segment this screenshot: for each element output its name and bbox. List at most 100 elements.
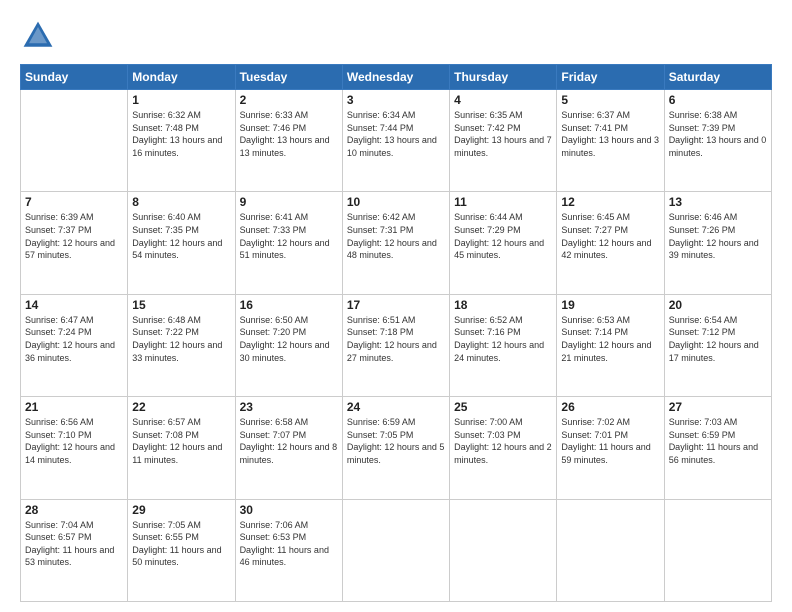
cell-sunrise: Sunrise: 6:39 AM	[25, 211, 123, 224]
calendar-cell: 24 Sunrise: 6:59 AM Sunset: 7:05 PM Dayl…	[342, 397, 449, 499]
day-number: 18	[454, 298, 552, 312]
cell-sunrise: Sunrise: 6:56 AM	[25, 416, 123, 429]
cell-sunset: Sunset: 6:53 PM	[240, 531, 338, 544]
day-number: 8	[132, 195, 230, 209]
day-number: 23	[240, 400, 338, 414]
calendar-cell: 1 Sunrise: 6:32 AM Sunset: 7:48 PM Dayli…	[128, 90, 235, 192]
calendar-table: SundayMondayTuesdayWednesdayThursdayFrid…	[20, 64, 772, 602]
calendar-cell: 18 Sunrise: 6:52 AM Sunset: 7:16 PM Dayl…	[450, 294, 557, 396]
calendar-cell	[342, 499, 449, 601]
cell-daylight: Daylight: 13 hours and 13 minutes.	[240, 134, 338, 159]
day-number: 26	[561, 400, 659, 414]
calendar-cell	[21, 90, 128, 192]
calendar-cell: 7 Sunrise: 6:39 AM Sunset: 7:37 PM Dayli…	[21, 192, 128, 294]
cell-sunrise: Sunrise: 6:38 AM	[669, 109, 767, 122]
calendar-cell: 6 Sunrise: 6:38 AM Sunset: 7:39 PM Dayli…	[664, 90, 771, 192]
day-number: 17	[347, 298, 445, 312]
calendar-cell: 12 Sunrise: 6:45 AM Sunset: 7:27 PM Dayl…	[557, 192, 664, 294]
day-number: 15	[132, 298, 230, 312]
day-number: 3	[347, 93, 445, 107]
calendar-cell	[557, 499, 664, 601]
calendar-cell: 15 Sunrise: 6:48 AM Sunset: 7:22 PM Dayl…	[128, 294, 235, 396]
cell-sunset: Sunset: 7:33 PM	[240, 224, 338, 237]
week-row-4: 28 Sunrise: 7:04 AM Sunset: 6:57 PM Dayl…	[21, 499, 772, 601]
week-row-1: 7 Sunrise: 6:39 AM Sunset: 7:37 PM Dayli…	[21, 192, 772, 294]
calendar-cell: 10 Sunrise: 6:42 AM Sunset: 7:31 PM Dayl…	[342, 192, 449, 294]
cell-sunrise: Sunrise: 6:37 AM	[561, 109, 659, 122]
calendar-cell: 23 Sunrise: 6:58 AM Sunset: 7:07 PM Dayl…	[235, 397, 342, 499]
day-number: 1	[132, 93, 230, 107]
cell-daylight: Daylight: 12 hours and 48 minutes.	[347, 237, 445, 262]
cell-sunset: Sunset: 7:24 PM	[25, 326, 123, 339]
cell-sunset: Sunset: 6:55 PM	[132, 531, 230, 544]
cell-sunset: Sunset: 7:39 PM	[669, 122, 767, 135]
header	[20, 18, 772, 54]
day-number: 16	[240, 298, 338, 312]
day-number: 11	[454, 195, 552, 209]
weekday-header-wednesday: Wednesday	[342, 65, 449, 90]
cell-daylight: Daylight: 13 hours and 0 minutes.	[669, 134, 767, 159]
cell-daylight: Daylight: 12 hours and 51 minutes.	[240, 237, 338, 262]
day-number: 7	[25, 195, 123, 209]
day-number: 13	[669, 195, 767, 209]
cell-sunrise: Sunrise: 6:52 AM	[454, 314, 552, 327]
cell-daylight: Daylight: 13 hours and 16 minutes.	[132, 134, 230, 159]
cell-daylight: Daylight: 12 hours and 14 minutes.	[25, 441, 123, 466]
cell-sunset: Sunset: 7:27 PM	[561, 224, 659, 237]
calendar-cell: 3 Sunrise: 6:34 AM Sunset: 7:44 PM Dayli…	[342, 90, 449, 192]
calendar-cell: 2 Sunrise: 6:33 AM Sunset: 7:46 PM Dayli…	[235, 90, 342, 192]
day-number: 12	[561, 195, 659, 209]
cell-daylight: Daylight: 12 hours and 42 minutes.	[561, 237, 659, 262]
cell-sunset: Sunset: 7:44 PM	[347, 122, 445, 135]
calendar-cell: 26 Sunrise: 7:02 AM Sunset: 7:01 PM Dayl…	[557, 397, 664, 499]
cell-daylight: Daylight: 12 hours and 11 minutes.	[132, 441, 230, 466]
cell-sunrise: Sunrise: 7:03 AM	[669, 416, 767, 429]
day-number: 25	[454, 400, 552, 414]
calendar-cell	[450, 499, 557, 601]
calendar-cell: 21 Sunrise: 6:56 AM Sunset: 7:10 PM Dayl…	[21, 397, 128, 499]
cell-daylight: Daylight: 12 hours and 57 minutes.	[25, 237, 123, 262]
cell-sunrise: Sunrise: 7:02 AM	[561, 416, 659, 429]
cell-sunset: Sunset: 7:01 PM	[561, 429, 659, 442]
day-number: 10	[347, 195, 445, 209]
weekday-header-friday: Friday	[557, 65, 664, 90]
cell-daylight: Daylight: 12 hours and 33 minutes.	[132, 339, 230, 364]
cell-sunrise: Sunrise: 6:34 AM	[347, 109, 445, 122]
day-number: 2	[240, 93, 338, 107]
cell-daylight: Daylight: 11 hours and 56 minutes.	[669, 441, 767, 466]
calendar-cell: 11 Sunrise: 6:44 AM Sunset: 7:29 PM Dayl…	[450, 192, 557, 294]
weekday-header-sunday: Sunday	[21, 65, 128, 90]
cell-daylight: Daylight: 12 hours and 45 minutes.	[454, 237, 552, 262]
cell-daylight: Daylight: 11 hours and 46 minutes.	[240, 544, 338, 569]
cell-sunset: Sunset: 7:07 PM	[240, 429, 338, 442]
calendar-cell: 14 Sunrise: 6:47 AM Sunset: 7:24 PM Dayl…	[21, 294, 128, 396]
day-number: 5	[561, 93, 659, 107]
cell-sunrise: Sunrise: 7:00 AM	[454, 416, 552, 429]
cell-sunset: Sunset: 7:48 PM	[132, 122, 230, 135]
cell-daylight: Daylight: 11 hours and 59 minutes.	[561, 441, 659, 466]
cell-sunrise: Sunrise: 6:54 AM	[669, 314, 767, 327]
cell-sunrise: Sunrise: 7:05 AM	[132, 519, 230, 532]
day-number: 21	[25, 400, 123, 414]
calendar-cell: 30 Sunrise: 7:06 AM Sunset: 6:53 PM Dayl…	[235, 499, 342, 601]
day-number: 20	[669, 298, 767, 312]
calendar-cell	[664, 499, 771, 601]
weekday-header-thursday: Thursday	[450, 65, 557, 90]
weekday-header-tuesday: Tuesday	[235, 65, 342, 90]
weekday-header-saturday: Saturday	[664, 65, 771, 90]
cell-daylight: Daylight: 11 hours and 50 minutes.	[132, 544, 230, 569]
day-number: 6	[669, 93, 767, 107]
calendar-cell: 19 Sunrise: 6:53 AM Sunset: 7:14 PM Dayl…	[557, 294, 664, 396]
week-row-0: 1 Sunrise: 6:32 AM Sunset: 7:48 PM Dayli…	[21, 90, 772, 192]
calendar-cell: 22 Sunrise: 6:57 AM Sunset: 7:08 PM Dayl…	[128, 397, 235, 499]
calendar-cell: 4 Sunrise: 6:35 AM Sunset: 7:42 PM Dayli…	[450, 90, 557, 192]
calendar-cell: 17 Sunrise: 6:51 AM Sunset: 7:18 PM Dayl…	[342, 294, 449, 396]
cell-sunset: Sunset: 7:12 PM	[669, 326, 767, 339]
cell-sunset: Sunset: 7:35 PM	[132, 224, 230, 237]
cell-sunset: Sunset: 7:42 PM	[454, 122, 552, 135]
cell-sunrise: Sunrise: 6:47 AM	[25, 314, 123, 327]
cell-daylight: Daylight: 12 hours and 24 minutes.	[454, 339, 552, 364]
cell-daylight: Daylight: 12 hours and 27 minutes.	[347, 339, 445, 364]
cell-daylight: Daylight: 12 hours and 2 minutes.	[454, 441, 552, 466]
day-number: 4	[454, 93, 552, 107]
